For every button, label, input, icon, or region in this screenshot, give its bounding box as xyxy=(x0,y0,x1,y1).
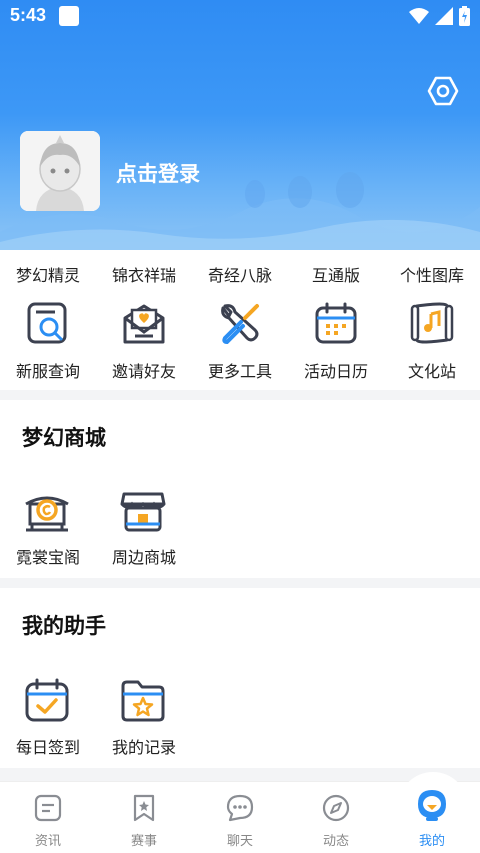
mall-item-treasure[interactable]: 霓裳宝阁 xyxy=(0,486,96,576)
nav-label: 动态 xyxy=(322,833,349,848)
assistant-item-checkin[interactable]: 每日签到 xyxy=(0,676,96,766)
tool-label: 邀请好友 xyxy=(111,364,176,381)
tool-label: 更多工具 xyxy=(207,364,272,381)
tool-culture-station[interactable]: 文化站 xyxy=(384,300,480,386)
login-button[interactable]: 点击登录 xyxy=(116,158,200,188)
chat-icon xyxy=(226,794,254,822)
mall-item-label: 周边商城 xyxy=(111,550,176,567)
nav-label: 我的 xyxy=(418,833,445,848)
nav-label: 资讯 xyxy=(34,833,61,848)
assistant-item-records[interactable]: 我的记录 xyxy=(96,676,192,766)
tool-more-tools[interactable]: 更多工具 xyxy=(192,300,288,386)
section-title-assistant: 我的助手 xyxy=(22,615,106,638)
tool-new-server-query[interactable]: 新服查询 xyxy=(0,300,96,386)
quick-link-meridian[interactable]: 奇经八脉 xyxy=(192,262,288,286)
section-title-mall: 梦幻商城 xyxy=(22,427,106,450)
assistant-item-label: 每日签到 xyxy=(15,740,80,757)
compass-icon xyxy=(322,794,350,822)
nav-label: 赛事 xyxy=(130,833,157,848)
status-time: 5:43 xyxy=(10,5,47,25)
shop-icon xyxy=(120,492,166,532)
nav-tab-feed[interactable]: 动态 xyxy=(288,782,384,853)
mall-item-label: 霓裳宝阁 xyxy=(15,550,80,567)
settings-button[interactable] xyxy=(424,72,462,110)
mascot-icon xyxy=(418,790,446,821)
tool-label: 文化站 xyxy=(407,364,456,381)
notification-icon xyxy=(59,6,79,26)
search-server-icon xyxy=(27,302,67,344)
assistant-section: 我的助手 每日签到 我的记录 xyxy=(0,588,480,768)
settings-hexagon-icon xyxy=(427,76,459,106)
record-folder-icon xyxy=(121,680,165,722)
tools-icon xyxy=(221,304,259,345)
treasure-pavilion-icon xyxy=(25,496,69,532)
bookmark-star-icon xyxy=(133,794,155,822)
nav-label: 聊天 xyxy=(226,833,253,848)
quick-links-row: 梦幻精灵 锦衣祥瑞 奇经八脉 互通版 个性图库 xyxy=(0,250,480,296)
tool-label: 活动日历 xyxy=(303,364,368,381)
profile-header: 5:43 点击登录 xyxy=(0,0,480,252)
nav-tab-mine[interactable]: 我的 xyxy=(384,782,480,853)
assistant-item-label: 我的记录 xyxy=(111,740,176,757)
battery-icon xyxy=(459,6,470,26)
tools-card: 梦幻精灵 锦衣祥瑞 奇经八脉 互通版 个性图库 新服查询 邀请好友 更多工具 活… xyxy=(0,250,480,390)
quick-link-elf[interactable]: 梦幻精灵 xyxy=(0,262,96,286)
tool-invite-friends[interactable]: 邀请好友 xyxy=(96,300,192,386)
tool-label: 新服查询 xyxy=(15,364,80,381)
quick-link-cross-version[interactable]: 互通版 xyxy=(288,262,384,286)
wifi-icon xyxy=(409,8,429,24)
avatar[interactable] xyxy=(20,131,100,211)
news-icon xyxy=(34,794,62,822)
music-scroll-icon xyxy=(410,302,454,344)
invite-letter-icon xyxy=(123,304,165,344)
nav-tab-news[interactable]: 资讯 xyxy=(0,782,96,853)
default-avatar-icon xyxy=(20,131,100,211)
checkin-calendar-icon xyxy=(25,678,69,722)
quick-link-outfit[interactable]: 锦衣祥瑞 xyxy=(96,262,192,286)
calendar-icon xyxy=(315,302,357,344)
nav-tab-matches[interactable]: 赛事 xyxy=(96,782,192,853)
status-bar: 5:43 xyxy=(0,0,480,32)
nav-tab-chat[interactable]: 聊天 xyxy=(192,782,288,853)
quick-link-gallery[interactable]: 个性图库 xyxy=(384,262,480,286)
mall-section: 梦幻商城 霓裳宝阁 周边商城 xyxy=(0,400,480,578)
mall-item-shop[interactable]: 周边商城 xyxy=(96,486,192,576)
signal-icon xyxy=(435,7,453,25)
tool-activity-calendar[interactable]: 活动日历 xyxy=(288,300,384,386)
bottom-navigation: 资讯 赛事 聊天 动态 我的 xyxy=(0,772,480,853)
